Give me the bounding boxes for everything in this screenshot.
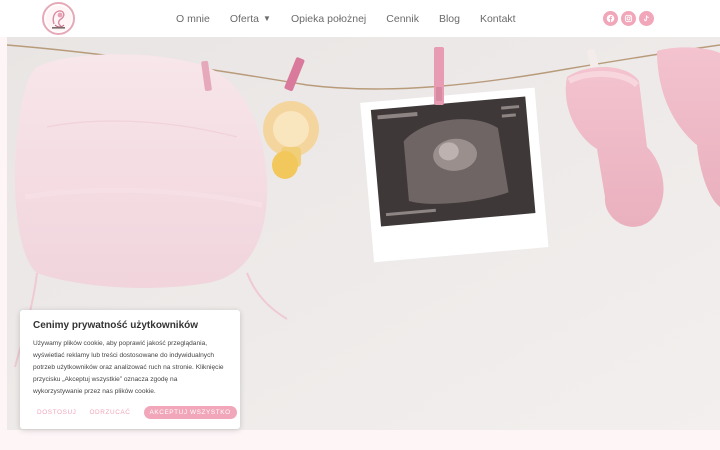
cookie-consent-banner: Cenimy prywatność użytkowników Używamy p…: [20, 310, 240, 429]
main-nav: O mnie Oferta ▼ Opieka położnej Cennik B…: [176, 0, 536, 37]
instagram-link[interactable]: [621, 11, 636, 26]
tiktok-link[interactable]: [639, 11, 654, 26]
site-header: O mnie Oferta ▼ Opieka położnej Cennik B…: [0, 0, 720, 37]
social-links: [600, 11, 654, 26]
accept-all-cookies-button[interactable]: AKCEPTUJ WSZYSTKO: [143, 406, 237, 419]
nav-item-label: Blog: [438, 12, 460, 25]
cookie-actions: DOSTOSUJ ODRZUCAĆ AKCEPTUJ WSZYSTKO: [37, 406, 237, 419]
nav-item-cennik[interactable]: Cennik: [386, 13, 419, 25]
nav-item-label: Oferta: [229, 12, 260, 25]
mother-baby-logo-icon: [45, 5, 72, 32]
cookie-description: Używamy plików cookie, aby poprawić jako…: [33, 340, 224, 395]
nav-item-label: O mnie: [176, 12, 210, 25]
facebook-icon: [606, 14, 615, 23]
nav-item-label: Kontakt: [479, 12, 516, 25]
cookie-title: Cenimy prywatność użytkowników: [33, 320, 199, 331]
facebook-link[interactable]: [603, 11, 618, 26]
reject-cookies-button[interactable]: ODRZUCAĆ: [89, 409, 130, 416]
customize-cookies-button[interactable]: DOSTOSUJ: [37, 409, 76, 416]
nav-item-opieka-poloznej[interactable]: Opieka położnej: [291, 13, 366, 25]
nav-item-label: Cennik: [386, 12, 419, 25]
nav-item-o-mnie[interactable]: O mnie: [176, 13, 210, 25]
chevron-down-icon: ▼: [263, 14, 271, 23]
nav-item-label: Opieka położnej: [290, 12, 367, 25]
tiktok-icon: [644, 15, 649, 22]
instagram-icon: [624, 14, 633, 23]
page-bottom-strip: [0, 430, 720, 450]
nav-item-oferta[interactable]: Oferta ▼: [230, 13, 271, 25]
nav-item-blog[interactable]: Blog: [439, 13, 460, 25]
nav-item-kontakt[interactable]: Kontakt: [480, 13, 516, 25]
site-logo[interactable]: [42, 2, 75, 35]
